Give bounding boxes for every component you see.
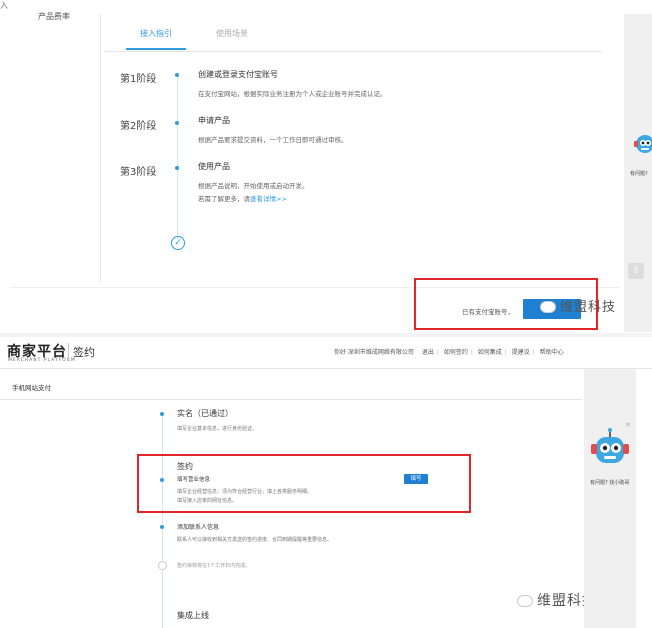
have-account-text: 已有支付宝账号， (462, 308, 514, 316)
watermark: 维盟科技 (540, 296, 616, 315)
step-2-title: 签约 (177, 462, 193, 471)
how-to-integrate-link[interactable]: 如何集成 (478, 349, 502, 356)
greeting: 你好 深圳市维成网络有限公司 (334, 349, 414, 356)
timeline-dot (175, 166, 179, 170)
separator: | (436, 349, 439, 356)
stage-3-label: 第3阶段 (120, 167, 157, 178)
stage-1-title: 创建或登录支付宝账号 (198, 70, 278, 79)
timeline-line (162, 412, 163, 628)
watermark-text: 维盟科技 (560, 300, 617, 315)
robot-helper-icon[interactable] (590, 428, 630, 474)
pending-dot (158, 561, 167, 570)
robot-helper-icon[interactable] (632, 130, 652, 160)
stage-2-title: 申请产品 (198, 116, 230, 125)
step-3-desc: 联系人可以接收到相关方发送的签约进度、合同到期提醒等重要信息。 (177, 537, 333, 543)
tab-access-guide[interactable]: 接入指引 (126, 28, 186, 50)
corner-mark: 入 (0, 1, 8, 10)
product-name: 手机网站支付 (12, 384, 51, 392)
step-1-title: 实名（已通过） (177, 409, 233, 418)
timeline-dot (175, 121, 179, 125)
timeline-line (177, 74, 178, 240)
step-3-title: 添加联系人信息 (177, 524, 220, 531)
step-1-desc: 填写企业基本信息，进行身份验证。 (177, 426, 258, 432)
logout-link[interactable]: 退出 (422, 349, 434, 356)
product-rate-label[interactable]: 产品费率 (38, 11, 70, 22)
how-to-sign-link[interactable]: 如何签约 (444, 349, 468, 356)
product-bar (0, 375, 582, 400)
timeline-dot (160, 525, 164, 529)
header-bottom-border (0, 368, 652, 369)
stage-1-label: 第1阶段 (120, 74, 157, 85)
product-guide-panel: 入 产品费率 接入指引 使用场景 第1阶段 创建或登录支付宝账号 在支付宝网站，… (0, 0, 652, 333)
stage-1-desc: 在支付宝网站，根据实际业务注册为个人或企业账号并完成认证。 (198, 90, 387, 98)
timeline-dot (175, 73, 179, 77)
stage-2-desc: 根据产品要求提交资料，一个工作日即可通过审核。 (198, 136, 348, 144)
more-prefix: 若需了解更多，请 (198, 195, 250, 203)
wechat-icon (540, 300, 556, 313)
separator: | (470, 349, 473, 356)
robot-caption: 有问题? (630, 171, 648, 177)
stage-3-desc: 根据产品说明，开始使用或启动开发。 (198, 182, 309, 190)
screenshot-divider (0, 333, 652, 337)
separator: | (504, 349, 507, 356)
feedback-link[interactable]: 提建议 (512, 349, 530, 356)
step-5-title: 集成上线 (177, 611, 209, 620)
header-separator (68, 343, 69, 361)
guide-tabs: 接入指引 使用场景 (104, 18, 602, 52)
step-2-desc2: 填写接入店家的网址信息。 (177, 498, 238, 504)
wechat-icon (517, 594, 533, 607)
step-2-desc: 填写企业经营信息：须为符合经营行业，填上各类服务明细。 (177, 489, 313, 495)
header-links: 你好 深圳市维成网络有限公司 退出 | 如何签约 | 如何集成 | 提建议 | 帮助中心 (334, 347, 564, 356)
step-2-subtitle: 填写营业信息 (177, 477, 211, 483)
check-icon: ✓ (171, 236, 185, 250)
separator: | (532, 349, 535, 356)
timeline-dot (160, 412, 164, 416)
help-center-link[interactable]: 帮助中心 (540, 349, 564, 356)
brand-subtitle: MERCHANT PLATFORM (8, 358, 76, 363)
page-title: 签约 (73, 346, 95, 359)
right-rail (584, 369, 636, 628)
stage-3-more: 若需了解更多，请查看详情>> (198, 193, 287, 203)
tab-use-cases[interactable]: 使用场景 (216, 28, 248, 39)
view-details-link[interactable]: 查看详情>> (250, 195, 287, 203)
back-to-top-icon[interactable]: ⇧ (628, 263, 644, 279)
stage-2-label: 第2阶段 (120, 121, 157, 132)
fill-button[interactable]: 填写 (404, 474, 428, 484)
robot-caption: 有问题? 找小助哥 (590, 480, 630, 486)
review-note: 签约审核将在1个工作日内完成。 (177, 563, 251, 569)
stage-3-title: 使用产品 (198, 162, 230, 171)
timeline-dot (160, 478, 164, 482)
